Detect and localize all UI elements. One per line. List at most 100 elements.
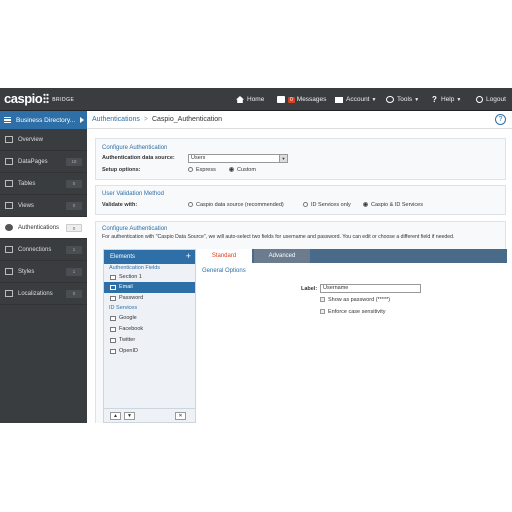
nav-account[interactable]: Account ▼ (335, 88, 376, 111)
section-icon (110, 275, 116, 280)
count-badge: 0 (66, 290, 82, 298)
facebook-icon (110, 327, 116, 332)
auth-fields-title: Authentication Fields (109, 265, 161, 271)
elements-toolbar: ▲ ▼ ✕ (104, 408, 195, 422)
element-item-password[interactable]: Password (104, 293, 195, 304)
nav-home[interactable]: Home (236, 88, 264, 111)
tab-bar: Standard Advanced (196, 249, 507, 263)
messages-badge: 0 (288, 96, 295, 103)
element-item-openid[interactable]: OpenID (104, 346, 195, 357)
overview-icon (5, 136, 13, 143)
nav-tools[interactable]: Tools ▼ (386, 88, 419, 111)
move-down-button[interactable]: ▼ (124, 412, 135, 420)
openid-icon (110, 349, 116, 354)
label-input[interactable]: Username (320, 284, 421, 293)
setup-express-radio[interactable]: Express (188, 167, 216, 173)
count-badge: 18 (66, 158, 82, 166)
main-content: Authentications > Caspio_Authentication … (87, 111, 512, 423)
breadcrumb-current: Caspio_Authentication (151, 116, 223, 123)
tools-icon (386, 96, 394, 103)
configure-panel: Configure Authentication Authentication … (95, 138, 506, 180)
validate-label: Validate with: (102, 202, 138, 208)
help-icon[interactable]: ? (495, 114, 506, 125)
field-icon (110, 285, 116, 290)
general-options-title: General Options (202, 268, 246, 274)
move-up-button[interactable]: ▲ (110, 412, 121, 420)
views-icon (5, 202, 13, 209)
element-item-twitter[interactable]: Twitter (104, 335, 195, 346)
validation-panel: User Validation Method Validate with: Ca… (95, 185, 506, 215)
element-item-google[interactable]: Google (104, 313, 195, 324)
flag-icon (5, 290, 13, 297)
radio-icon (188, 202, 193, 207)
section-item[interactable]: Section 1 (104, 273, 195, 282)
styles-icon (5, 268, 13, 275)
tab-content: General Options Label: Username Show as … (196, 263, 507, 423)
section-title: Configure Authentication (102, 145, 168, 151)
data-source-select[interactable]: Users ▼ (188, 154, 288, 163)
sidebar-item-tables[interactable]: Tables 0 (0, 173, 87, 195)
sidebar-item-styles[interactable]: Styles 1 (0, 261, 87, 283)
app-selector[interactable]: Business Directory... (0, 111, 87, 129)
nav-messages[interactable]: 0 Messages (277, 88, 326, 111)
field-icon (110, 296, 116, 301)
label-label: Label: (301, 286, 318, 292)
help-icon: ? (432, 95, 437, 104)
account-icon (335, 96, 343, 103)
count-badge: 1 (66, 246, 82, 254)
count-badge: 0 (66, 202, 82, 210)
section-title: Configure Authentication (102, 226, 168, 232)
nav-help[interactable]: ? Help ▼ (432, 88, 461, 111)
count-badge: 0 (66, 180, 82, 188)
sidebar-item-datapages[interactable]: DataPages 18 (0, 151, 87, 173)
enforce-case-checkbox[interactable]: Enforce case sensitivity (320, 309, 385, 315)
element-item-email[interactable]: Email (104, 282, 195, 293)
fields-panel: Configure Authentication For authenticat… (95, 221, 507, 423)
radio-checked-icon (363, 202, 368, 207)
checkbox-icon (320, 309, 325, 314)
caspio-logo[interactable]: caspio BRIDGE (4, 91, 74, 106)
google-icon (110, 316, 116, 321)
elements-panel: Elements + Authentication Fields Section… (103, 249, 196, 423)
sidebar-item-authentications[interactable]: Authentications 0 (0, 217, 87, 239)
checkbox-icon (320, 297, 325, 302)
breadcrumb: Authentications > Caspio_Authentication … (87, 111, 512, 129)
elements-header: Elements + (104, 250, 195, 264)
validate-id-services-radio[interactable]: ID Services only (303, 202, 351, 208)
twitter-icon (110, 338, 116, 343)
app-window: caspio BRIDGE Home 0 Messages Account ▼ To… (0, 88, 512, 423)
mail-icon (277, 96, 285, 103)
sidebar-item-views[interactable]: Views 0 (0, 195, 87, 217)
radio-icon (188, 167, 193, 172)
top-navigation-bar: caspio BRIDGE Home 0 Messages Account ▼ To… (0, 88, 512, 111)
sidebar-item-overview[interactable]: Overview (0, 129, 87, 151)
chevron-down-icon: ▼ (456, 96, 462, 103)
home-icon (236, 96, 244, 103)
sidebar-item-localizations[interactable]: Localizations 0 (0, 283, 87, 305)
show-password-checkbox[interactable]: Show as password (*****) (320, 297, 390, 303)
validate-both-radio[interactable]: Caspio & ID Services (363, 202, 423, 208)
add-icon[interactable]: + (186, 251, 191, 261)
id-services-title: ID Services (109, 305, 138, 311)
chevron-down-icon: ▼ (371, 96, 377, 103)
shield-icon (5, 224, 13, 231)
source-label: Authentication data source: (102, 155, 175, 161)
setup-label: Setup options: (102, 167, 141, 173)
breadcrumb-separator: > (143, 116, 148, 123)
element-item-facebook[interactable]: Facebook (104, 324, 195, 335)
nav-logout[interactable]: Logout (476, 88, 506, 111)
datapages-icon (5, 158, 13, 165)
count-badge: 0 (66, 224, 82, 232)
tab-advanced[interactable]: Advanced (254, 249, 310, 263)
validate-caspio-radio[interactable]: Caspio data source (recommended) (188, 202, 284, 208)
sidebar: Business Directory... Overview DataPages… (0, 111, 87, 423)
chevron-down-icon: ▼ (279, 155, 287, 162)
setup-custom-radio[interactable]: Custom (229, 167, 256, 173)
breadcrumb-parent[interactable]: Authentications (92, 116, 140, 123)
delete-button[interactable]: ✕ (175, 412, 186, 420)
chevron-down-icon: ▼ (414, 96, 420, 103)
count-badge: 1 (66, 268, 82, 276)
sidebar-item-connections[interactable]: Connections 1 (0, 239, 87, 261)
tab-standard[interactable]: Standard (196, 249, 252, 263)
power-icon (476, 96, 483, 103)
